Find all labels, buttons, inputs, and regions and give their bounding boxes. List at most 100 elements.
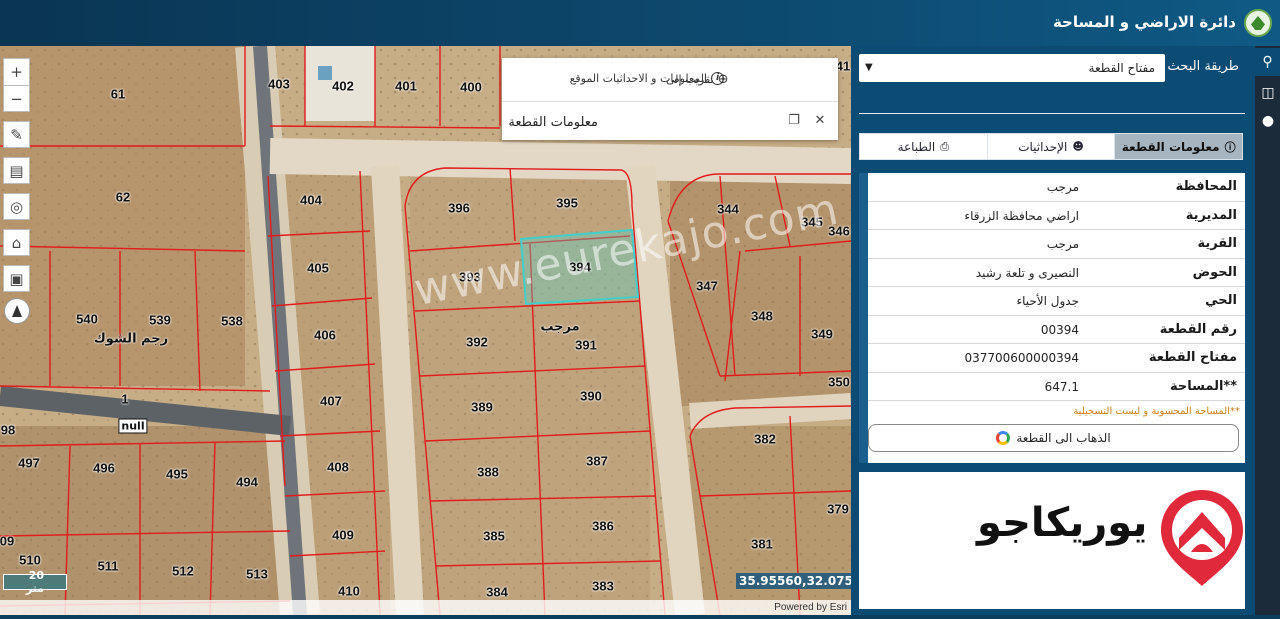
parcel-info-table: المحافظة مرجب المديرية اراضي محافظة الزر… [859, 173, 1245, 463]
parcel-label: 539 [149, 312, 171, 328]
compass-icon [12, 305, 22, 317]
area-label: مرجب [540, 319, 580, 335]
info-key: المديرية [1185, 207, 1237, 223]
close-icon[interactable]: ✕ [812, 113, 828, 129]
info-row: الحوض النصيرى و تلعة رشيد [868, 259, 1245, 287]
tab-parcel-info[interactable]: ⓘ معلومات القطعة [1114, 134, 1242, 159]
parcel-label: 62 [115, 189, 131, 205]
zoom-in-button[interactable]: + [3, 58, 30, 85]
zoom-out-button[interactable]: − [3, 85, 30, 112]
area-note: **المساحة المحسوبة و ليست التسجيلية [1073, 406, 1240, 417]
measure-button[interactable]: ▤ [3, 157, 30, 184]
brand-banner: يوريكاجو [859, 472, 1245, 609]
info-accent-bar [859, 173, 868, 463]
tab-print[interactable]: ⎙ الطباعة [860, 134, 987, 159]
brand-logo-icon [1161, 490, 1243, 586]
tab-label: الإحداثيات [1018, 139, 1068, 154]
search-method-value: مفتاح القطعة [1088, 61, 1155, 75]
chart-icon: ▣ [9, 269, 24, 288]
parcel-label: 09 [0, 533, 15, 549]
crosshair-icon: ◎ [9, 197, 24, 216]
restore-window-icon[interactable]: ❐ [786, 113, 802, 129]
info-key: رقم القطعة [1159, 321, 1237, 337]
go-to-parcel-button[interactable]: الذهاب الى القطعة [868, 424, 1239, 452]
parcel-label: 390 [580, 388, 602, 404]
popup-title: معلومات القطعة [508, 115, 598, 130]
parcel-label: 348 [751, 308, 773, 324]
info-value: 647.1 [1044, 379, 1079, 394]
map-toolbar: + − ✎ ▤ ◎ ⌂ ▣ [3, 58, 30, 301]
parcel-label: 405 [307, 260, 329, 276]
chart-button[interactable]: ▣ [3, 265, 30, 292]
zoom-to-action[interactable]: ⊕ تقريب إلى [666, 72, 729, 87]
parcel-label: 385 [483, 528, 505, 544]
parcel-label: 510 [19, 552, 41, 568]
print-icon: ⎙ [940, 139, 950, 153]
home-icon: ⌂ [11, 233, 22, 252]
parcel-label: 410 [338, 583, 360, 599]
parcel-label: 494 [236, 474, 258, 490]
parcel-label: 345 [801, 214, 823, 230]
info-key: القرية [1197, 236, 1237, 251]
parcel-label: 407 [320, 393, 342, 409]
parcel-label: 406 [314, 327, 336, 343]
google-icon [996, 431, 1011, 445]
info-key: الحي [1205, 293, 1237, 308]
app-root: دائرة الاراضي و المساحة 61 403 402 401 4… [0, 0, 1280, 619]
parcel-label: 409 [332, 527, 354, 543]
info-key: الحوض [1192, 264, 1237, 280]
parcel-label: 382 [754, 431, 776, 447]
parcel-label: 388 [477, 464, 499, 480]
area-label: رجم الشوك [93, 331, 169, 347]
parcel-label: 395 [556, 195, 578, 211]
info-key: **المساحة [1169, 378, 1237, 394]
pencil-icon: ✎ [10, 125, 23, 144]
info-value: النصيرى و تلعة رشيد [975, 265, 1079, 280]
parcel-label: 394 [569, 259, 591, 275]
info-value: جدول الأحياء [1016, 294, 1079, 308]
info-row: المحافظة مرجب [868, 173, 1245, 202]
app-title: دائرة الاراضي و المساحة [1052, 13, 1236, 31]
locate-button[interactable]: ◎ [3, 193, 30, 220]
search-icon[interactable]: ⚲ [1255, 48, 1280, 76]
info-row: رقم القطعة 00394 [868, 316, 1245, 344]
info-value: اراضي محافظة الزرقاء [964, 208, 1079, 223]
home-button[interactable]: ⌂ [3, 229, 30, 256]
parcel-label: 344 [717, 201, 739, 217]
road-label: 1 [121, 391, 129, 407]
info-key: المحافظة [1175, 179, 1237, 194]
draw-button[interactable]: ✎ [3, 121, 30, 148]
tab-label: الطباعة [897, 139, 936, 154]
location-pin-icon[interactable]: ● [1259, 112, 1277, 130]
parcel-label: 381 [751, 536, 773, 552]
compass-button[interactable] [4, 298, 30, 324]
scale-bar: 20 متر [3, 569, 67, 595]
tab-label: معلومات القطعة [1121, 139, 1220, 154]
parcel-label: 511 [97, 558, 119, 574]
null-label: null [118, 418, 148, 434]
search-method-label: طريقة البحث [1167, 59, 1239, 74]
parcel-label: 402 [332, 78, 354, 94]
parcel-label: 350 [828, 374, 850, 390]
info-row: المديرية اراضي محافظة الزرقاء [868, 202, 1245, 230]
parcel-label: 497 [18, 455, 40, 471]
popup-actions: i المعلومات و الاحداثيات الموقع ⊕ تقريب … [502, 58, 838, 102]
go-to-parcel-label: الذهاب الى القطعة [1016, 431, 1111, 445]
parcel-label: 392 [466, 334, 488, 350]
info-row: **المساحة 647.1 [868, 373, 1245, 401]
department-logo-icon[interactable] [1244, 9, 1272, 37]
parcel-label: 540 [76, 311, 98, 327]
parcel-label: 408 [327, 459, 349, 475]
parcel-label: 404 [300, 192, 322, 208]
parcel-label: 383 [592, 578, 614, 594]
parcel-info-popup: i المعلومات و الاحداثيات الموقع ⊕ تقريب … [502, 58, 838, 140]
info-icon: ⓘ [1224, 140, 1236, 154]
search-method-select[interactable]: مفتاح القطعة ▼ [859, 54, 1165, 82]
parcel-label: 403 [268, 76, 290, 92]
ruler-icon: ▤ [9, 161, 24, 180]
app-header: دائرة الاراضي و المساحة [0, 0, 1280, 46]
tab-coordinates[interactable]: ☻ الإحداثيات [986, 134, 1115, 159]
zoom-in-icon: ⊕ [717, 72, 729, 87]
layers-icon[interactable]: ◫ [1259, 84, 1277, 102]
map-view[interactable]: 61 403 402 401 400 62 404 405 406 407 40… [0, 46, 851, 615]
